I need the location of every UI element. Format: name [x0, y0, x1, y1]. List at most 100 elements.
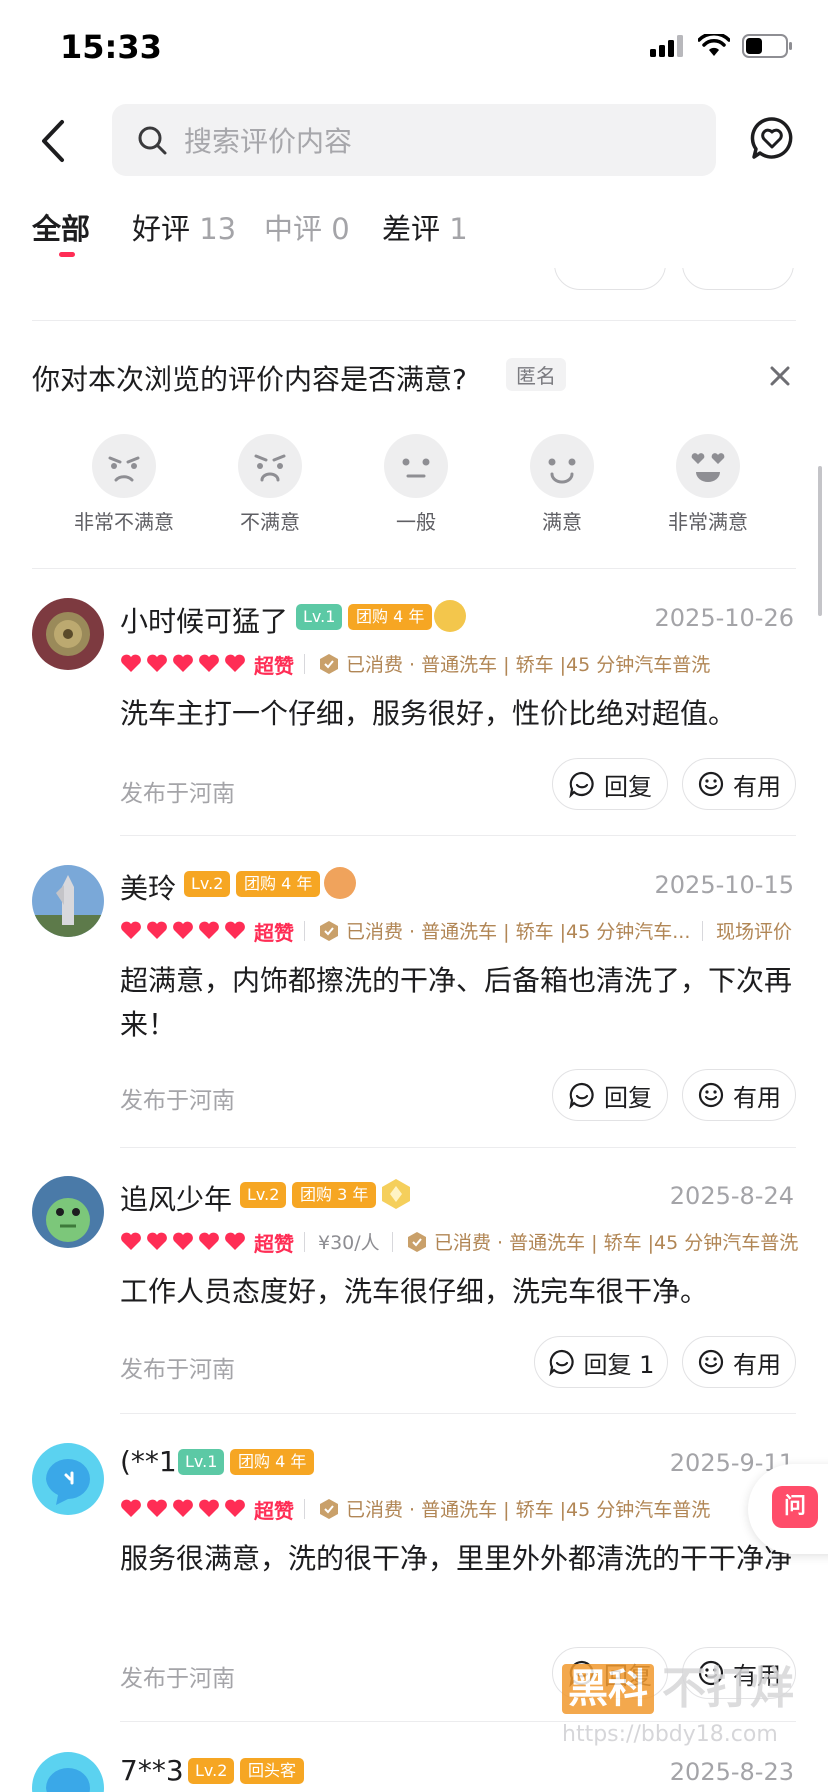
diamond-medal-icon [382, 1179, 410, 1209]
tab-neutral[interactable]: 中评 0 [264, 206, 350, 248]
tab-negative-label: 差评 [382, 212, 441, 246]
separator [304, 1232, 305, 1252]
very-satisfied-face-icon[interactable] [676, 434, 740, 498]
avatar[interactable] [32, 1176, 104, 1248]
ask-question-button[interactable]: 问 [748, 1464, 828, 1554]
very-dissatisfied-label: 非常不满意 [74, 510, 174, 534]
review-date: 2025-10-26 [654, 604, 794, 632]
comment-icon [569, 771, 594, 798]
heart-icon [199, 654, 219, 672]
tab-positive[interactable]: 好评 13 [132, 206, 236, 248]
review-item: 小时候可猛了 Lv.1 团购 4 年 2025-10-26 超赞 已消费 · 普… [0, 598, 828, 836]
reply-button[interactable]: 回复 1 [534, 1336, 668, 1388]
divider [120, 835, 796, 836]
tab-positive-count: 13 [199, 212, 237, 246]
heart-icon [121, 921, 141, 939]
review-location: 发布于河南 [120, 781, 235, 807]
rating-row: 超赞 已消费 · 普通洗车 | 轿车 |45 分钟汽车普洗 [120, 1495, 810, 1523]
consumed-info[interactable]: 已消费 · 普通洗车 | 轿车 |45 分钟汽车普洗 [434, 1228, 798, 1255]
group-buy-badge: 团购 4 年 [348, 604, 433, 630]
smile-icon [698, 1349, 724, 1375]
consumed-info[interactable]: 已消费 · 普通洗车 | 轿车 |45 分钟汽车... [346, 917, 690, 944]
avatar[interactable] [32, 865, 104, 937]
returning-customer-badge: 回头客 [240, 1758, 305, 1784]
reply-button[interactable]: 回复 [552, 758, 668, 810]
group-buy-badge: 团购 4 年 [236, 871, 321, 897]
tab-all[interactable]: 全部 [32, 206, 90, 248]
watermark-brand: 黑科 [562, 1664, 654, 1714]
status-time: 15:33 [60, 28, 162, 66]
heart-icon [147, 1499, 167, 1517]
dissatisfied-face-icon[interactable] [238, 434, 302, 498]
signal-icon [650, 35, 683, 57]
username[interactable]: 美玲 [120, 867, 176, 907]
separator [392, 1232, 393, 1252]
dissatisfied-label: 不满意 [240, 510, 300, 534]
consumed-info[interactable]: 已消费 · 普通洗车 | 轿车 |45 分钟汽车普洗 [346, 650, 710, 677]
previous-reply-button[interactable] [554, 268, 666, 290]
satisfied-face-icon[interactable] [530, 434, 594, 498]
rating-row: 超赞 已消费 · 普通洗车 | 轿车 |45 分钟汽车... 现场评价 [120, 917, 810, 945]
avatar[interactable] [32, 1443, 104, 1515]
heart-icon [121, 1232, 141, 1250]
heart-icon [199, 1499, 219, 1517]
heart-icon [225, 1499, 245, 1517]
username[interactable]: (**1 [120, 1445, 177, 1478]
previous-review-actions [0, 268, 828, 290]
useful-button[interactable]: 有用 [682, 758, 796, 810]
watermark-text: 不打烊 [662, 1663, 794, 1714]
status-bar: 15:33 [0, 0, 828, 100]
divider [120, 1413, 796, 1414]
username[interactable]: 小时候可猛了 [120, 600, 288, 640]
heart-icon [225, 921, 245, 939]
ask-label: 问 [772, 1486, 818, 1528]
search-input[interactable]: 搜索评价内容 [112, 104, 716, 176]
heart-icon [225, 654, 245, 672]
watermark-url: https://bbdy18.com [562, 1722, 778, 1747]
verified-purchase-icon [320, 654, 338, 674]
close-icon[interactable] [766, 362, 794, 390]
tab-neutral-count: 0 [331, 212, 350, 246]
reply-button[interactable]: 回复 [552, 1069, 668, 1121]
review-date: 2025-8-23 [669, 1758, 794, 1786]
review-date: 2025-10-15 [654, 871, 794, 899]
avatar[interactable] [32, 598, 104, 670]
level-badge: Lv.2 [184, 871, 231, 897]
review-item: 追风少年 Lv.2 团购 3 年 2025-8-24 超赞 ¥30/人 已消费 … [0, 1176, 828, 1416]
neutral-label: 一般 [396, 510, 436, 534]
separator [304, 921, 305, 941]
review-item: 7**3 Lv.2 回头客 2025-8-23 [0, 1752, 828, 1792]
neutral-face-icon[interactable] [384, 434, 448, 498]
review-date: 2025-8-24 [669, 1182, 794, 1210]
heart-icon [147, 1232, 167, 1250]
verified-purchase-icon [320, 921, 338, 941]
smile-icon [698, 771, 724, 797]
divider [120, 1147, 796, 1148]
very-dissatisfied-face-icon[interactable] [92, 434, 156, 498]
separator [702, 921, 703, 941]
rating-row: 超赞 ¥30/人 已消费 · 普通洗车 | 轿车 |45 分钟汽车普洗 [120, 1228, 810, 1256]
chat-heart-icon[interactable] [750, 116, 794, 160]
review-text: 服务很满意，洗的很干净，里里外外都清洗的干干净净 [120, 1542, 793, 1575]
username[interactable]: 追风少年 [120, 1178, 232, 1218]
status-icons [650, 34, 794, 58]
heart-icon [147, 654, 167, 672]
scrollbar-thumb[interactable] [818, 466, 822, 616]
previous-useful-button[interactable] [682, 268, 794, 290]
level-badge: Lv.1 [178, 1449, 225, 1475]
avatar[interactable] [32, 1752, 104, 1792]
username[interactable]: 7**3 [120, 1754, 184, 1787]
tab-negative[interactable]: 差评 1 [382, 206, 468, 248]
consumed-info[interactable]: 已消费 · 普通洗车 | 轿车 |45 分钟汽车普洗 [346, 1495, 710, 1522]
onsite-review-tag: 现场评价 [716, 921, 793, 943]
useful-button[interactable]: 有用 [682, 1069, 796, 1121]
rating-label: 超赞 [254, 654, 294, 678]
tab-positive-label: 好评 [132, 212, 191, 246]
divider [32, 320, 796, 321]
useful-button[interactable]: 有用 [682, 1336, 796, 1388]
tab-negative-count: 1 [449, 212, 468, 246]
back-button[interactable] [34, 118, 74, 164]
rating-row: 超赞 已消费 · 普通洗车 | 轿车 |45 分钟汽车普洗 [120, 650, 810, 678]
review-text: 洗车主打一个仔细，服务很好，性价比绝对超值。 [120, 697, 737, 730]
anonymous-badge: 匿名 [506, 358, 566, 391]
